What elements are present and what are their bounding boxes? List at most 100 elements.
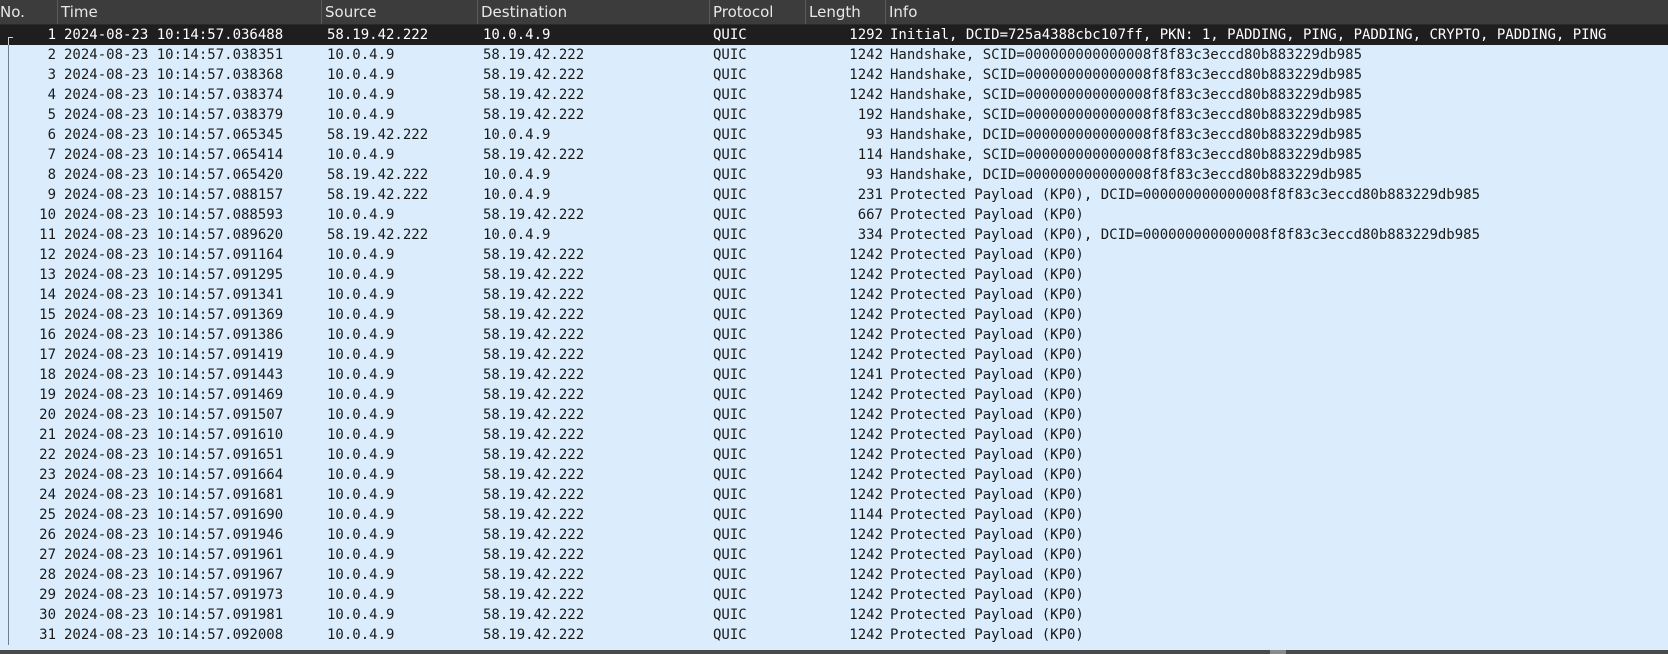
conversation-line — [8, 565, 9, 585]
packet-row[interactable]: 5 2024-08-23 10:14:57.038379 10.0.4.9 58.19… — [0, 105, 1668, 125]
packet-length: 114 — [857, 147, 883, 163]
packet-length: 667 — [857, 207, 883, 223]
packet-row[interactable]: 25 2024-08-23 10:14:57.091690 10.0.4.9 58.1… — [0, 505, 1668, 525]
packet-source: 10.0.4.9 — [327, 67, 395, 83]
horizontal-scrollbar[interactable] — [0, 650, 1668, 654]
packet-source: 58.19.42.222 — [327, 27, 429, 43]
packet-time: 2024-08-23 10:14:57.065420 — [64, 167, 284, 183]
packet-row[interactable]: 14 2024-08-23 10:14:57.091341 10.0.4.9 58.1… — [0, 285, 1668, 305]
packet-row[interactable]: 15 2024-08-23 10:14:57.091369 10.0.4.9 58.1… — [0, 305, 1668, 325]
packet-protocol: QUIC — [713, 567, 747, 583]
packet-row[interactable]: 18 2024-08-23 10:14:57.091443 10.0.4.9 58.1… — [0, 365, 1668, 385]
packet-source: 58.19.42.222 — [327, 127, 429, 143]
packet-destination: 10.0.4.9 — [483, 187, 551, 203]
packet-row[interactable]: 28 2024-08-23 10:14:57.091967 10.0.4.9 58.1… — [0, 565, 1668, 585]
packet-time: 2024-08-23 10:14:57.091369 — [64, 307, 284, 323]
packet-row[interactable]: 1 2024-08-23 10:14:57.036488 58.19.42.222 1… — [0, 25, 1668, 45]
packet-source: 10.0.4.9 — [327, 447, 395, 463]
packet-time: 2024-08-23 10:14:57.091443 — [64, 367, 284, 383]
column-header-protocol[interactable]: Protocol — [710, 0, 806, 24]
packet-info: Protected Payload (KP0) — [890, 467, 1084, 483]
column-header-source[interactable]: Source — [322, 0, 478, 24]
packet-destination: 58.19.42.222 — [483, 407, 585, 423]
packet-row[interactable]: 21 2024-08-23 10:14:57.091610 10.0.4.9 58.1… — [0, 425, 1668, 445]
packet-row[interactable]: 19 2024-08-23 10:14:57.091469 10.0.4.9 58.1… — [0, 385, 1668, 405]
packet-source: 10.0.4.9 — [327, 587, 395, 603]
packet-length: 231 — [857, 187, 883, 203]
packet-info: Handshake, DCID=000000000000008f8f83c3ec… — [890, 127, 1363, 143]
packet-row[interactable]: 24 2024-08-23 10:14:57.091681 10.0.4.9 58.1… — [0, 485, 1668, 505]
packet-protocol: QUIC — [713, 87, 747, 103]
packet-row[interactable]: 4 2024-08-23 10:14:57.038374 10.0.4.9 58.19… — [0, 85, 1668, 105]
packet-destination: 58.19.42.222 — [483, 247, 585, 263]
packet-row[interactable]: 27 2024-08-23 10:14:57.091961 10.0.4.9 58.1… — [0, 545, 1668, 565]
packet-row[interactable]: 26 2024-08-23 10:14:57.091946 10.0.4.9 58.1… — [0, 525, 1668, 545]
conversation-line — [8, 585, 9, 605]
packet-length: 1242 — [849, 487, 883, 503]
packet-length: 1242 — [849, 547, 883, 563]
packet-time: 2024-08-23 10:14:57.091967 — [64, 567, 284, 583]
packet-destination: 58.19.42.222 — [483, 467, 585, 483]
packet-source: 10.0.4.9 — [327, 87, 395, 103]
packet-list-pane: No. Time Source Destination Protocol Len… — [0, 0, 1668, 654]
packet-row[interactable]: 7 2024-08-23 10:14:57.065414 10.0.4.9 58.19… — [0, 145, 1668, 165]
packet-info: Handshake, DCID=000000000000008f8f83c3ec… — [890, 167, 1363, 183]
packet-row[interactable]: 30 2024-08-23 10:14:57.091981 10.0.4.9 58.1… — [0, 605, 1668, 625]
packet-row[interactable]: 10 2024-08-23 10:14:57.088593 10.0.4.9 58.1… — [0, 205, 1668, 225]
packet-row[interactable]: 8 2024-08-23 10:14:57.065420 58.19.42.222 1… — [0, 165, 1668, 185]
column-header-no[interactable]: No. — [0, 0, 58, 24]
packet-info: Protected Payload (KP0) — [890, 327, 1084, 343]
packet-source: 10.0.4.9 — [327, 507, 395, 523]
packet-row[interactable]: 23 2024-08-23 10:14:57.091664 10.0.4.9 58.1… — [0, 465, 1668, 485]
packet-row[interactable]: 11 2024-08-23 10:14:57.089620 58.19.42.222… — [0, 225, 1668, 245]
packet-source: 10.0.4.9 — [327, 467, 395, 483]
packet-row[interactable]: 17 2024-08-23 10:14:57.091419 10.0.4.9 58.1… — [0, 345, 1668, 365]
packet-length: 1242 — [849, 327, 883, 343]
packet-length: 1242 — [849, 47, 883, 63]
conversation-line — [8, 125, 9, 145]
packet-time: 2024-08-23 10:14:57.091681 — [64, 487, 284, 503]
packet-protocol: QUIC — [713, 367, 747, 383]
packet-info: Protected Payload (KP0) — [890, 607, 1084, 623]
packet-row[interactable]: 6 2024-08-23 10:14:57.065345 58.19.42.222 1… — [0, 125, 1668, 145]
packet-row[interactable]: 2 2024-08-23 10:14:57.038351 10.0.4.9 58.19… — [0, 45, 1668, 65]
packet-length: 1242 — [849, 447, 883, 463]
packet-row[interactable]: 29 2024-08-23 10:14:57.091973 10.0.4.9 58.1… — [0, 585, 1668, 605]
column-header-destination[interactable]: Destination — [478, 0, 710, 24]
packet-row[interactable]: 16 2024-08-23 10:14:57.091386 10.0.4.9 58.1… — [0, 325, 1668, 345]
column-header-time[interactable]: Time — [58, 0, 322, 24]
conversation-line — [8, 265, 9, 285]
column-header-length[interactable]: Length — [806, 0, 886, 24]
packet-list-header: No. Time Source Destination Protocol Len… — [0, 0, 1668, 25]
packet-source: 10.0.4.9 — [327, 107, 395, 123]
packet-length: 334 — [857, 227, 883, 243]
packet-row[interactable]: 12 2024-08-23 10:14:57.091164 10.0.4.9 58.1… — [0, 245, 1668, 265]
packet-time: 2024-08-23 10:14:57.091164 — [64, 247, 284, 263]
packet-time: 2024-08-23 10:14:57.091651 — [64, 447, 284, 463]
packet-time: 2024-08-23 10:14:57.091664 — [64, 467, 284, 483]
conversation-line — [8, 145, 9, 165]
packet-row[interactable]: 13 2024-08-23 10:14:57.091295 10.0.4.9 58.1… — [0, 265, 1668, 285]
packet-info: Handshake, SCID=000000000000008f8f83c3ec… — [890, 147, 1363, 163]
conversation-line — [8, 605, 9, 625]
packet-time: 2024-08-23 10:14:57.091981 — [64, 607, 284, 623]
packet-destination: 58.19.42.222 — [483, 107, 585, 123]
packet-length: 1242 — [849, 67, 883, 83]
packet-source: 10.0.4.9 — [327, 147, 395, 163]
packet-protocol: QUIC — [713, 167, 747, 183]
packet-row[interactable]: 22 2024-08-23 10:14:57.091651 10.0.4.9 58.1… — [0, 445, 1668, 465]
conversation-line — [8, 505, 9, 525]
packet-time: 2024-08-23 10:14:57.091690 — [64, 507, 284, 523]
packet-protocol: QUIC — [713, 387, 747, 403]
scrollbar-grip[interactable] — [1270, 650, 1286, 654]
packet-row[interactable]: 3 2024-08-23 10:14:57.038368 10.0.4.9 58.19… — [0, 65, 1668, 85]
packet-length: 1242 — [849, 427, 883, 443]
packet-row[interactable]: 31 2024-08-23 10:14:57.092008 10.0.4.9 58.1… — [0, 625, 1668, 645]
packet-info: Protected Payload (KP0) — [890, 627, 1084, 643]
packet-protocol: QUIC — [713, 547, 747, 563]
packet-row[interactable]: 20 2024-08-23 10:14:57.091507 10.0.4.9 58.1… — [0, 405, 1668, 425]
packet-length: 1242 — [849, 467, 883, 483]
packet-row[interactable]: 9 2024-08-23 10:14:57.088157 58.19.42.222 1… — [0, 185, 1668, 205]
column-header-info[interactable]: Info — [886, 0, 1668, 24]
packet-source: 10.0.4.9 — [327, 47, 395, 63]
